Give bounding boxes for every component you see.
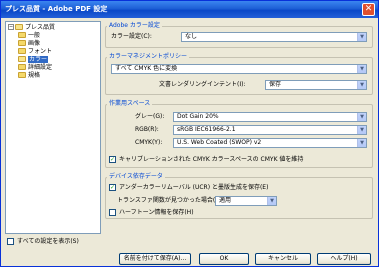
tree-item-general[interactable]: 一般	[18, 31, 40, 40]
ok-button[interactable]: OK	[199, 253, 249, 265]
device-data-group-label: デバイス依存データ	[107, 173, 165, 181]
rgb-label: RGB(R):	[135, 126, 159, 133]
halftone-checkbox[interactable]	[109, 209, 116, 216]
transfer-label: トランスファ関数が見つかった場合(T):	[117, 197, 224, 204]
tree-item-images[interactable]: 画像	[18, 39, 40, 48]
tree-root[interactable]: − プレス品質	[8, 23, 55, 32]
settings-tree: − プレス品質 一般 画像 フォント カラー 詳細設定 規格	[5, 21, 101, 234]
close-icon: ✕	[364, 4, 373, 14]
tree-item-color[interactable]: カラー	[18, 55, 49, 64]
folder-icon	[18, 63, 26, 70]
adobe-color-group-label: Adobe カラー設定	[107, 22, 162, 30]
color-setting-select[interactable]: なし ▼	[181, 32, 367, 42]
chevron-down-icon: ▼	[267, 197, 276, 205]
gray-label: グレー(G):	[135, 113, 165, 120]
chevron-down-icon: ▼	[357, 113, 366, 121]
folder-open-icon	[18, 55, 26, 62]
cmyk-select[interactable]: U.S. Web Coated (SWOP) v2 ▼	[173, 138, 367, 148]
ucr-checkbox[interactable]: ✓	[109, 184, 116, 191]
folder-icon	[18, 31, 26, 38]
show-all-checkbox[interactable]	[7, 238, 14, 245]
window-title: プレス品質 - Adobe PDF 設定	[5, 5, 108, 13]
preserve-cmyk-label: キャリブレーションされた CMYK カラースペースの CMYK 値を維持	[119, 156, 304, 163]
tree-item-advanced[interactable]: 詳細設定	[18, 63, 52, 72]
folder-icon	[18, 47, 26, 54]
chevron-down-icon: ▼	[357, 65, 366, 73]
cmyk-label: CMYK(Y):	[135, 139, 163, 146]
rendering-intent-select[interactable]: 保存 ▼	[265, 80, 367, 90]
chevron-down-icon: ▼	[357, 126, 366, 134]
chevron-down-icon: ▼	[357, 33, 366, 41]
title-bar[interactable]: プレス品質 - Adobe PDF 設定 ✕	[1, 1, 378, 18]
checkmark-icon: ✓	[110, 184, 116, 191]
show-all-label: すべての設定を表示(S)	[17, 238, 79, 245]
color-mgmt-group-label: カラーマネジメントポリシー	[107, 53, 190, 61]
close-button[interactable]: ✕	[362, 3, 375, 16]
ucr-label: アンダーカラーリムーバル (UCR) と墨版生成を保存(E)	[119, 184, 269, 191]
help-button[interactable]: ヘルプ(H)	[317, 253, 371, 265]
cancel-button[interactable]: キャンセル	[255, 253, 311, 265]
save-as-button[interactable]: 名前を付けて保存(A)...	[119, 253, 191, 265]
tree-item-fonts[interactable]: フォント	[18, 47, 52, 56]
working-space-group-label: 作業用スペース	[107, 100, 153, 108]
chevron-down-icon: ▼	[357, 81, 366, 89]
folder-icon	[18, 39, 26, 46]
checkmark-icon: ✓	[110, 156, 116, 163]
gray-select[interactable]: Dot Gain 20% ▼	[173, 112, 367, 122]
chevron-down-icon: ▼	[357, 139, 366, 147]
folder-icon	[18, 71, 26, 78]
folder-open-icon	[15, 23, 23, 30]
color-policy-select[interactable]: すべて CMYK 色に変換 ▼	[111, 64, 367, 74]
halftone-label: ハーフトーン情報を保存(H)	[119, 209, 194, 216]
rendering-intent-label: 文書レンダリングインテント(I):	[159, 81, 246, 88]
rgb-select[interactable]: sRGB IEC61966-2.1 ▼	[173, 125, 367, 135]
collapse-icon[interactable]: −	[8, 23, 14, 30]
tree-item-standards[interactable]: 規格	[18, 71, 40, 80]
dialog-window: プレス品質 - Adobe PDF 設定 ✕ − プレス品質 一般 画像 フォント…	[0, 0, 379, 267]
transfer-select[interactable]: 適用 ▼	[215, 196, 277, 206]
preserve-cmyk-checkbox[interactable]: ✓	[109, 156, 116, 163]
color-setting-label: カラー設定(C):	[111, 33, 152, 40]
